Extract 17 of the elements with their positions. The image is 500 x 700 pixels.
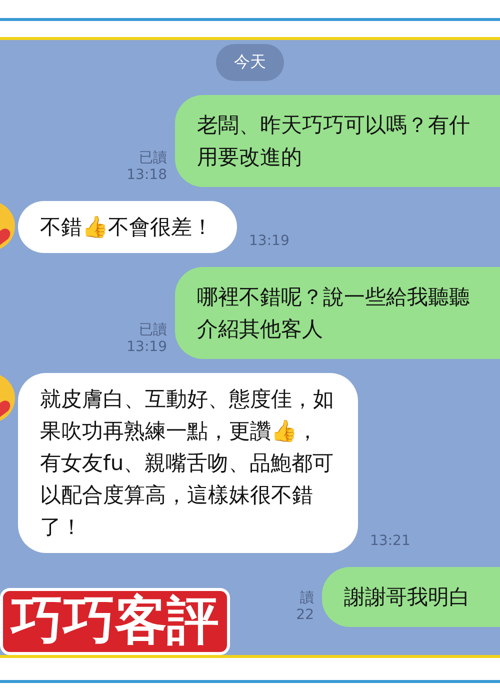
message-bubble: 哪裡不錯呢？說一些給我聽聽 介紹其他客人 xyxy=(175,267,500,359)
read-receipt: 已讀 xyxy=(139,149,167,167)
overlay-title: 巧巧客評 xyxy=(0,588,230,655)
avatar-icon xyxy=(0,201,16,251)
message-time: 13:21 xyxy=(370,533,410,551)
message-bubble: 老闆、昨天巧巧可以嗎？有什 用要改進的 xyxy=(175,95,500,187)
date-divider: 今天 xyxy=(216,44,284,81)
read-receipt: 讀 xyxy=(300,589,314,607)
message-bubble: 不錯👍不會很差！ xyxy=(18,201,237,253)
message-bubble: 謝謝哥我明白 xyxy=(322,567,500,627)
message-time: 13:19 xyxy=(126,339,167,355)
message-time: 22 xyxy=(296,607,314,623)
avatar-icon xyxy=(0,373,16,423)
message-time: 13:18 xyxy=(126,167,167,183)
read-receipt: 已讀 xyxy=(139,321,167,339)
message-bubble: 就皮膚白、互動好、態度佳，如 果吹功再熟練一點，更讚👍， 有女友fu、親嘴舌吻、品鮑都可 以配合度算高，這樣妹很不錯 了！ xyxy=(18,373,358,553)
message-time: 13:19 xyxy=(249,233,290,251)
